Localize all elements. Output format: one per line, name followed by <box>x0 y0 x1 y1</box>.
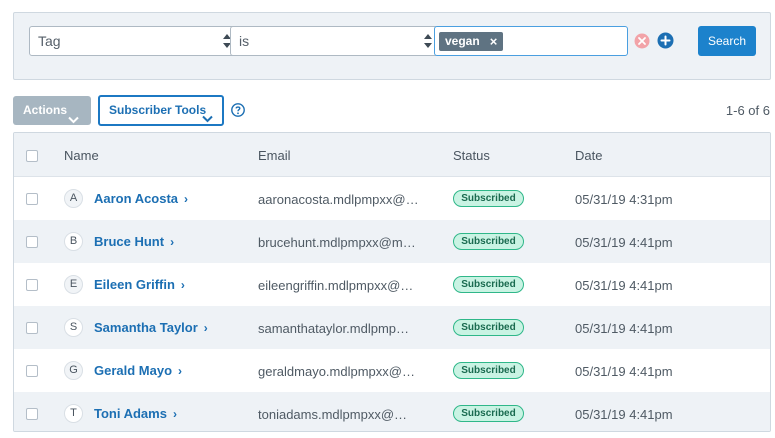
row-checkbox[interactable] <box>26 193 38 205</box>
avatar: A <box>64 189 83 208</box>
help-icon[interactable] <box>231 103 245 117</box>
select-arrows-icon <box>424 34 432 48</box>
filter-operator-value: is <box>239 33 250 49</box>
table-row: G Gerald Mayo › geraldmayo.mdlpmpxx@… Sub… <box>14 349 770 392</box>
subscriber-date: 05/31/19 4:41pm <box>575 407 673 422</box>
subscriber-email: eileengriffin.mdlpmpxx@… <box>258 278 414 293</box>
table-row: A Aaron Acosta › aaronacosta.mdlpmpxx@… S… <box>14 177 770 220</box>
subscriber-date: 05/31/19 4:31pm <box>575 192 673 207</box>
subscriber-date: 05/31/19 4:41pm <box>575 364 673 379</box>
table-row: S Samantha Taylor › samanthataylor.mdlpmp… <box>14 306 770 349</box>
status-badge: Subscribed <box>453 276 524 293</box>
filter-field-value: Tag <box>38 33 61 49</box>
chevron-right-icon: › <box>178 364 183 378</box>
table-header: Name Email Status Date <box>14 133 770 177</box>
chevron-right-icon: › <box>172 407 177 421</box>
status-badge: Subscribed <box>453 190 524 207</box>
table-row: E Eileen Griffin › eileengriffin.mdlpmpxx… <box>14 263 770 306</box>
subscriber-name-link[interactable]: Gerald Mayo › <box>94 363 182 378</box>
chevron-right-icon: › <box>184 192 189 206</box>
subscriber-name: Gerald Mayo <box>94 363 173 378</box>
subscribers-table: Name Email Status Date A Aaron Acosta › a… <box>13 132 771 432</box>
row-checkbox[interactable] <box>26 236 38 248</box>
chevron-right-icon: › <box>203 321 208 335</box>
subscriber-name: Eileen Griffin <box>94 277 175 292</box>
pagination-count: 1-6 of 6 <box>725 103 770 118</box>
filter-panel: Tag is vegan × Search <box>13 12 771 80</box>
subscriber-name: Aaron Acosta <box>94 191 179 206</box>
table-row: B Bruce Hunt › brucehunt.mdlpmpxx@m… Subs… <box>14 220 770 263</box>
add-filter-icon[interactable] <box>657 32 674 49</box>
subscriber-email: aaronacosta.mdlpmpxx@… <box>258 192 419 207</box>
table-row: T Toni Adams › toniadams.mdlpmpxx@… Subsc… <box>14 392 770 431</box>
chevron-right-icon: › <box>180 278 185 292</box>
tag-value-input[interactable]: vegan × <box>434 26 628 56</box>
avatar: E <box>64 275 83 294</box>
subscriber-date: 05/31/19 4:41pm <box>575 278 673 293</box>
subscriber-name-link[interactable]: Bruce Hunt › <box>94 234 174 249</box>
status-badge: Subscribed <box>453 233 524 250</box>
clear-filter-icon[interactable] <box>634 33 650 49</box>
subscriber-name: Bruce Hunt <box>94 234 165 249</box>
select-all-checkbox[interactable] <box>26 150 38 162</box>
filter-operator-select[interactable]: is <box>230 26 438 56</box>
header-status[interactable]: Status <box>453 148 490 163</box>
row-checkbox[interactable] <box>26 322 38 334</box>
avatar: G <box>64 361 83 380</box>
subscriber-email: samanthataylor.mdlpmp… <box>258 321 410 336</box>
row-checkbox[interactable] <box>26 279 38 291</box>
chevron-right-icon: › <box>170 235 175 249</box>
header-date[interactable]: Date <box>575 148 602 163</box>
subscriber-name-link[interactable]: Samantha Taylor › <box>94 320 208 335</box>
status-badge: Subscribed <box>453 319 524 336</box>
subscriber-tools-label: Subscriber Tools <box>109 103 207 117</box>
avatar: S <box>64 318 83 337</box>
status-badge: Subscribed <box>453 362 524 379</box>
subscriber-date: 05/31/19 4:41pm <box>575 321 673 336</box>
tag-chip-label: vegan <box>445 34 480 48</box>
row-checkbox[interactable] <box>26 408 38 420</box>
subscriber-email: brucehunt.mdlpmpxx@m… <box>258 235 416 250</box>
filter-field-select[interactable]: Tag <box>29 26 237 56</box>
subscriber-date: 05/31/19 4:41pm <box>575 235 673 250</box>
row-checkbox[interactable] <box>26 365 38 377</box>
avatar: B <box>64 232 83 251</box>
subscriber-name-link[interactable]: Aaron Acosta › <box>94 191 188 206</box>
search-button[interactable]: Search <box>698 26 756 56</box>
actions-label: Actions <box>23 103 68 117</box>
subscriber-tools-button[interactable]: Subscriber Tools <box>98 95 224 126</box>
header-name[interactable]: Name <box>64 148 99 163</box>
header-email[interactable]: Email <box>258 148 291 163</box>
chevron-down-icon <box>202 106 213 133</box>
actions-button[interactable]: Actions <box>13 96 91 125</box>
subscriber-email: geraldmayo.mdlpmpxx@… <box>258 364 415 379</box>
subscriber-name-link[interactable]: Eileen Griffin › <box>94 277 185 292</box>
subscriber-name: Toni Adams <box>94 406 167 421</box>
subscriber-name: Samantha Taylor <box>94 320 198 335</box>
chevron-down-icon <box>68 106 79 135</box>
subscriber-name-link[interactable]: Toni Adams › <box>94 406 177 421</box>
status-badge: Subscribed <box>453 405 524 422</box>
tag-chip: vegan × <box>439 32 504 51</box>
subscriber-email: toniadams.mdlpmpxx@… <box>258 407 408 422</box>
tag-chip-remove-icon[interactable]: × <box>490 32 498 51</box>
avatar: T <box>64 404 83 423</box>
